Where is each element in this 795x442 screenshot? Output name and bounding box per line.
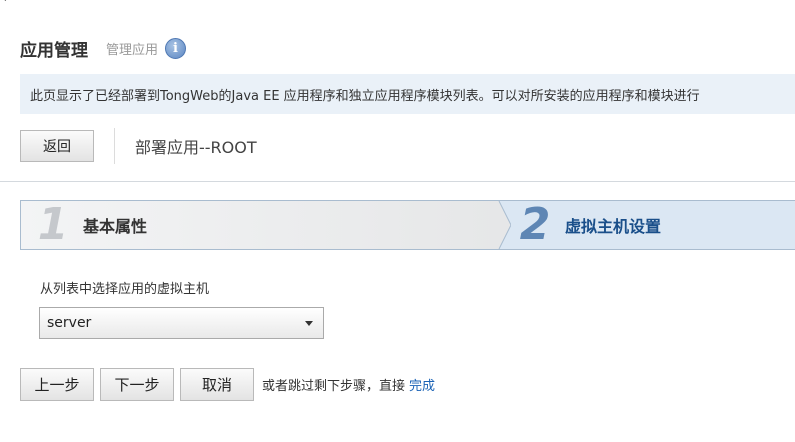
toolbar: 返回 部署应用--ROOT	[20, 128, 257, 164]
step-2-label: 虚拟主机设置	[565, 217, 662, 236]
step-virtual-host[interactable]: 2 虚拟主机设置	[511, 201, 661, 249]
next-step-button[interactable]: 下一步	[100, 368, 174, 401]
page-subtitle: 管理应用	[106, 42, 159, 58]
skip-text: 或者跳过剩下步骤，直接	[262, 379, 406, 394]
wizard-actions: 上一步 下一步 取消 或者跳过剩下步骤，直接 完成	[20, 368, 435, 401]
step-basic-properties[interactable]: 1 基本属性	[21, 201, 499, 249]
step-arrow-separator	[497, 201, 511, 249]
deploy-title: 部署应用--ROOT	[135, 138, 257, 157]
back-button[interactable]: 返回	[20, 130, 94, 162]
virtual-host-value: server	[47, 315, 92, 331]
virtual-host-label: 从列表中选择应用的虚拟主机	[40, 282, 210, 297]
finish-link[interactable]: 完成	[409, 375, 435, 394]
previous-step-button[interactable]: 上一步	[20, 368, 94, 401]
step-1-label: 基本属性	[83, 217, 148, 236]
corner-mark: `	[3, 0, 8, 10]
info-icon[interactable]: i	[165, 37, 187, 59]
page-title: 应用管理	[20, 40, 88, 61]
dropdown-arrow-icon	[305, 320, 313, 326]
description-bar: 此页显示了已经部署到TongWeb的Java EE 应用程序和独立应用程序模块列…	[20, 74, 795, 114]
cancel-button[interactable]: 取消	[180, 368, 254, 401]
section-divider	[0, 181, 795, 182]
description-text: 此页显示了已经部署到TongWeb的Java EE 应用程序和独立应用程序模块列…	[30, 88, 700, 104]
step-1-number: 1	[37, 200, 69, 250]
virtual-host-select[interactable]: server	[39, 307, 324, 339]
toolbar-divider	[114, 128, 115, 164]
wizard-steps: 1 基本属性 2 虚拟主机设置	[20, 200, 795, 250]
page-header: 应用管理 管理应用 i	[20, 34, 187, 62]
step-2-number: 2	[519, 200, 551, 250]
